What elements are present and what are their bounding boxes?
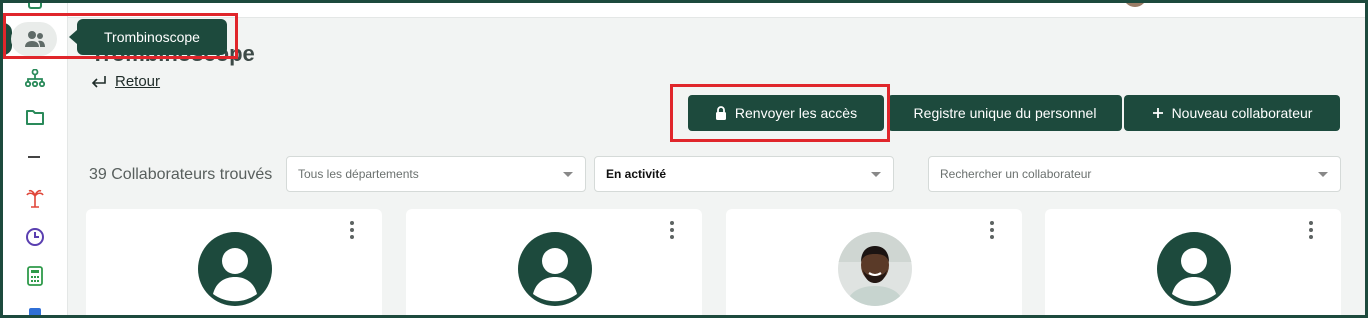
sidebar-item-org-chart[interactable] <box>3 63 67 93</box>
highlight-box-sidebar <box>3 13 238 59</box>
plus-icon <box>1152 108 1163 118</box>
collaborator-card[interactable] <box>86 209 382 315</box>
default-avatar-icon <box>1157 232 1231 306</box>
back-link[interactable]: Retour <box>91 73 160 90</box>
collaborator-card[interactable] <box>406 209 702 315</box>
sidebar-item-leave[interactable] <box>3 183 67 213</box>
search-collaborator-select[interactable]: Rechercher un collaborateur <box>928 156 1341 192</box>
new-collaborator-label: Nouveau collaborateur <box>1171 105 1313 121</box>
clock-icon <box>26 228 44 246</box>
default-avatar-icon <box>198 232 272 306</box>
search-collaborator-placeholder: Rechercher un collaborateur <box>940 167 1092 181</box>
back-link-label: Retour <box>115 73 161 90</box>
status-select-value: En activité <box>606 167 667 181</box>
register-label: Registre unique du personnel <box>913 105 1097 121</box>
collaborator-card[interactable] <box>726 209 1022 315</box>
return-arrow-icon <box>91 75 106 88</box>
top-bar <box>68 3 1365 18</box>
department-select[interactable]: Tous les départements <box>286 156 586 192</box>
results-count: 39 Collaborateurs trouvés <box>89 166 273 183</box>
folder-icon <box>26 110 44 125</box>
app-frame: Trombinoscope Retour Renvoyer les accès … <box>3 3 1365 315</box>
sidebar-item-expenses[interactable] <box>3 261 67 291</box>
new-collaborator-button[interactable]: Nouveau collaborateur <box>1124 95 1340 131</box>
calculator-icon <box>27 266 43 286</box>
more-options-icon[interactable] <box>350 221 354 242</box>
collaborator-card[interactable] <box>1045 209 1341 315</box>
chevron-down-icon <box>871 172 881 177</box>
register-button[interactable]: Registre unique du personnel <box>888 95 1122 131</box>
sidebar-item-docs[interactable] <box>3 299 67 315</box>
chevron-down-icon <box>563 172 573 177</box>
sidebar-item-documents[interactable] <box>3 102 67 132</box>
document-icon <box>29 308 41 315</box>
user-avatar[interactable] <box>1123 3 1147 7</box>
department-select-value: Tous les départements <box>298 167 419 181</box>
highlight-box-resend <box>670 84 890 142</box>
org-chart-icon <box>25 69 45 87</box>
more-options-icon[interactable] <box>990 221 994 242</box>
minus-icon <box>28 156 40 158</box>
chevron-down-icon <box>1318 172 1328 177</box>
sidebar-item-collapse[interactable] <box>3 142 67 172</box>
default-avatar-icon <box>518 232 592 306</box>
more-options-icon[interactable] <box>1309 221 1313 242</box>
palm-tree-icon <box>26 189 44 208</box>
sidebar-item-time[interactable] <box>3 222 67 252</box>
square-icon <box>28 3 42 9</box>
photo-avatar <box>838 232 912 306</box>
status-select[interactable]: En activité <box>594 156 894 192</box>
more-options-icon[interactable] <box>670 221 674 242</box>
